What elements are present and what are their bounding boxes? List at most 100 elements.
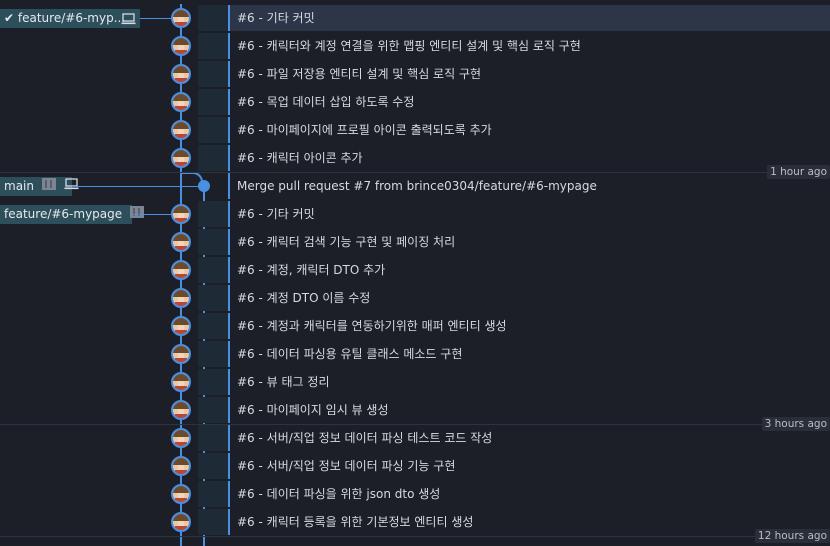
author-avatar[interactable] — [171, 400, 191, 420]
avatar-body — [175, 50, 187, 54]
avatar-body — [175, 442, 187, 446]
lane-cell — [198, 285, 228, 311]
avatar-hair — [173, 290, 189, 297]
time-separator-3 — [0, 536, 830, 537]
avatar-hair — [173, 150, 189, 157]
author-avatar[interactable] — [171, 8, 191, 28]
avatar-hair — [173, 66, 189, 73]
avatar-hair — [173, 402, 189, 409]
commit-row[interactable]: #6 - 캐릭터 아이콘 추가 — [0, 144, 830, 172]
branch-tag-feature-local[interactable]: ✔ feature/#6-myp... — [0, 9, 140, 28]
author-avatar[interactable] — [171, 512, 191, 532]
commit-row[interactable]: #6 - 캐릭터 검색 기능 구현 및 페이징 처리 — [0, 228, 830, 256]
author-avatar[interactable] — [171, 36, 191, 56]
commit-message: #6 - 캐릭터와 계정 연결을 위한 맵핑 엔티티 설계 및 핵심 로직 구현 — [228, 33, 830, 59]
lane-cell — [198, 61, 228, 87]
avatar-hair — [173, 94, 189, 101]
commit-row[interactable]: #6 - 마이페이지에 프로필 아이콘 출력되도록 추가 — [0, 116, 830, 144]
lane-cell — [198, 145, 228, 171]
commit-row[interactable]: #6 - 파일 저장용 엔티티 설계 및 핵심 로직 구현 — [0, 60, 830, 88]
avatar-body — [175, 106, 187, 110]
remote-icon — [41, 177, 56, 196]
author-avatar[interactable] — [171, 204, 191, 224]
avatar-body — [175, 22, 187, 26]
commit-message: #6 - 뷰 태그 정리 — [228, 369, 830, 395]
author-avatar[interactable] — [171, 64, 191, 84]
tag-connector-main — [72, 186, 198, 187]
lane-cell — [198, 397, 228, 423]
commit-row[interactable]: #6 - 뷰 태그 정리 — [0, 368, 830, 396]
avatar-hair — [173, 458, 189, 465]
avatar-body — [175, 134, 187, 138]
laptop-icon — [121, 12, 136, 31]
tag-connector-feature-remote — [132, 214, 172, 215]
time-tick-1-hour: 1 hour ago — [767, 165, 830, 179]
avatar-body — [175, 386, 187, 390]
author-avatar[interactable] — [171, 344, 191, 364]
avatar-body — [175, 274, 187, 278]
lane-cell — [198, 453, 228, 479]
time-tick-12-hours: 12 hours ago — [754, 529, 830, 543]
commit-row[interactable]: #6 - 데이터 파싱용 유틸 클래스 메소드 구현 — [0, 340, 830, 368]
commit-message: #6 - 기타 커밋 — [228, 201, 830, 227]
lane-cell — [198, 33, 228, 59]
avatar-hair — [173, 206, 189, 213]
lane-cell — [198, 201, 228, 227]
branch-label: feature/#6-myp... — [17, 11, 126, 25]
author-avatar[interactable] — [171, 288, 191, 308]
avatar-body — [175, 498, 187, 502]
avatar-hair — [173, 514, 189, 521]
lane-cell — [198, 117, 228, 143]
commit-row[interactable]: #6 - 계정, 캐릭터 DTO 추가 — [0, 256, 830, 284]
avatar-body — [175, 162, 187, 166]
commit-message: #6 - 캐릭터 검색 기능 구현 및 페이징 처리 — [228, 229, 830, 255]
branch-tag-main[interactable]: main — [0, 177, 79, 196]
author-avatar[interactable] — [171, 148, 191, 168]
author-avatar[interactable] — [171, 260, 191, 280]
lane-cell — [198, 481, 228, 507]
lane-cell — [198, 509, 228, 535]
author-avatar[interactable] — [171, 484, 191, 504]
commit-message: #6 - 데이터 파싱을 위한 json dto 생성 — [228, 481, 830, 507]
commit-row[interactable]: #6 - 계정 DTO 이름 수정 — [0, 284, 830, 312]
time-tick-3-hours: 3 hours ago — [761, 417, 830, 431]
merge-node[interactable] — [198, 180, 210, 192]
commit-message: #6 - 계정, 캐릭터 DTO 추가 — [228, 257, 830, 283]
avatar-body — [175, 78, 187, 82]
commit-row[interactable]: #6 - 캐릭터와 계정 연결을 위한 맵핑 엔티티 설계 및 핵심 로직 구현 — [0, 32, 830, 60]
avatar-hair — [173, 318, 189, 325]
commit-message: #6 - 마이페이지 임시 뷰 생성 — [228, 397, 830, 423]
avatar-hair — [173, 374, 189, 381]
commit-message: #6 - 서버/직업 정보 데이터 파싱 테스트 코드 작성 — [228, 425, 830, 451]
time-separator-2 — [0, 424, 830, 425]
branch-tag-feature-remote[interactable]: feature/#6-mypage — [0, 205, 144, 224]
author-avatar[interactable] — [171, 372, 191, 392]
commit-row[interactable]: #6 - 캐릭터 등록을 위한 기본정보 엔티티 생성 — [0, 508, 830, 536]
lane-cell — [198, 5, 228, 31]
author-avatar[interactable] — [171, 92, 191, 112]
commit-row[interactable]: #6 - 마이페이지 임시 뷰 생성 — [0, 396, 830, 424]
author-avatar[interactable] — [171, 316, 191, 336]
avatar-body — [175, 526, 187, 530]
avatar-body — [175, 358, 187, 362]
lane-cell — [198, 341, 228, 367]
avatar-hair — [173, 346, 189, 353]
commit-row[interactable]: #6 - 서버/직업 정보 데이터 파싱 기능 구현 — [0, 452, 830, 480]
commit-row[interactable]: #6 - 계정과 캐릭터를 연동하기위한 매퍼 엔티티 생성 — [0, 312, 830, 340]
author-avatar[interactable] — [171, 232, 191, 252]
avatar-hair — [173, 486, 189, 493]
commit-message: #6 - 마이페이지에 프로필 아이콘 출력되도록 추가 — [228, 117, 830, 143]
commit-row[interactable]: #6 - 목업 데이터 삽입 하도록 수정 — [0, 88, 830, 116]
lane-cell — [198, 257, 228, 283]
commit-message: #6 - 계정 DTO 이름 수정 — [228, 285, 830, 311]
author-avatar[interactable] — [171, 428, 191, 448]
commit-message: #6 - 캐릭터 아이콘 추가 — [228, 145, 830, 171]
commit-row[interactable]: #6 - 데이터 파싱을 위한 json dto 생성 — [0, 480, 830, 508]
avatar-hair — [173, 430, 189, 437]
lane-cell — [198, 89, 228, 115]
lane-cell — [198, 425, 228, 451]
commit-row[interactable]: #6 - 서버/직업 정보 데이터 파싱 테스트 코드 작성 — [0, 424, 830, 452]
author-avatar[interactable] — [171, 120, 191, 140]
author-avatar[interactable] — [171, 456, 191, 476]
lane-cell — [198, 313, 228, 339]
